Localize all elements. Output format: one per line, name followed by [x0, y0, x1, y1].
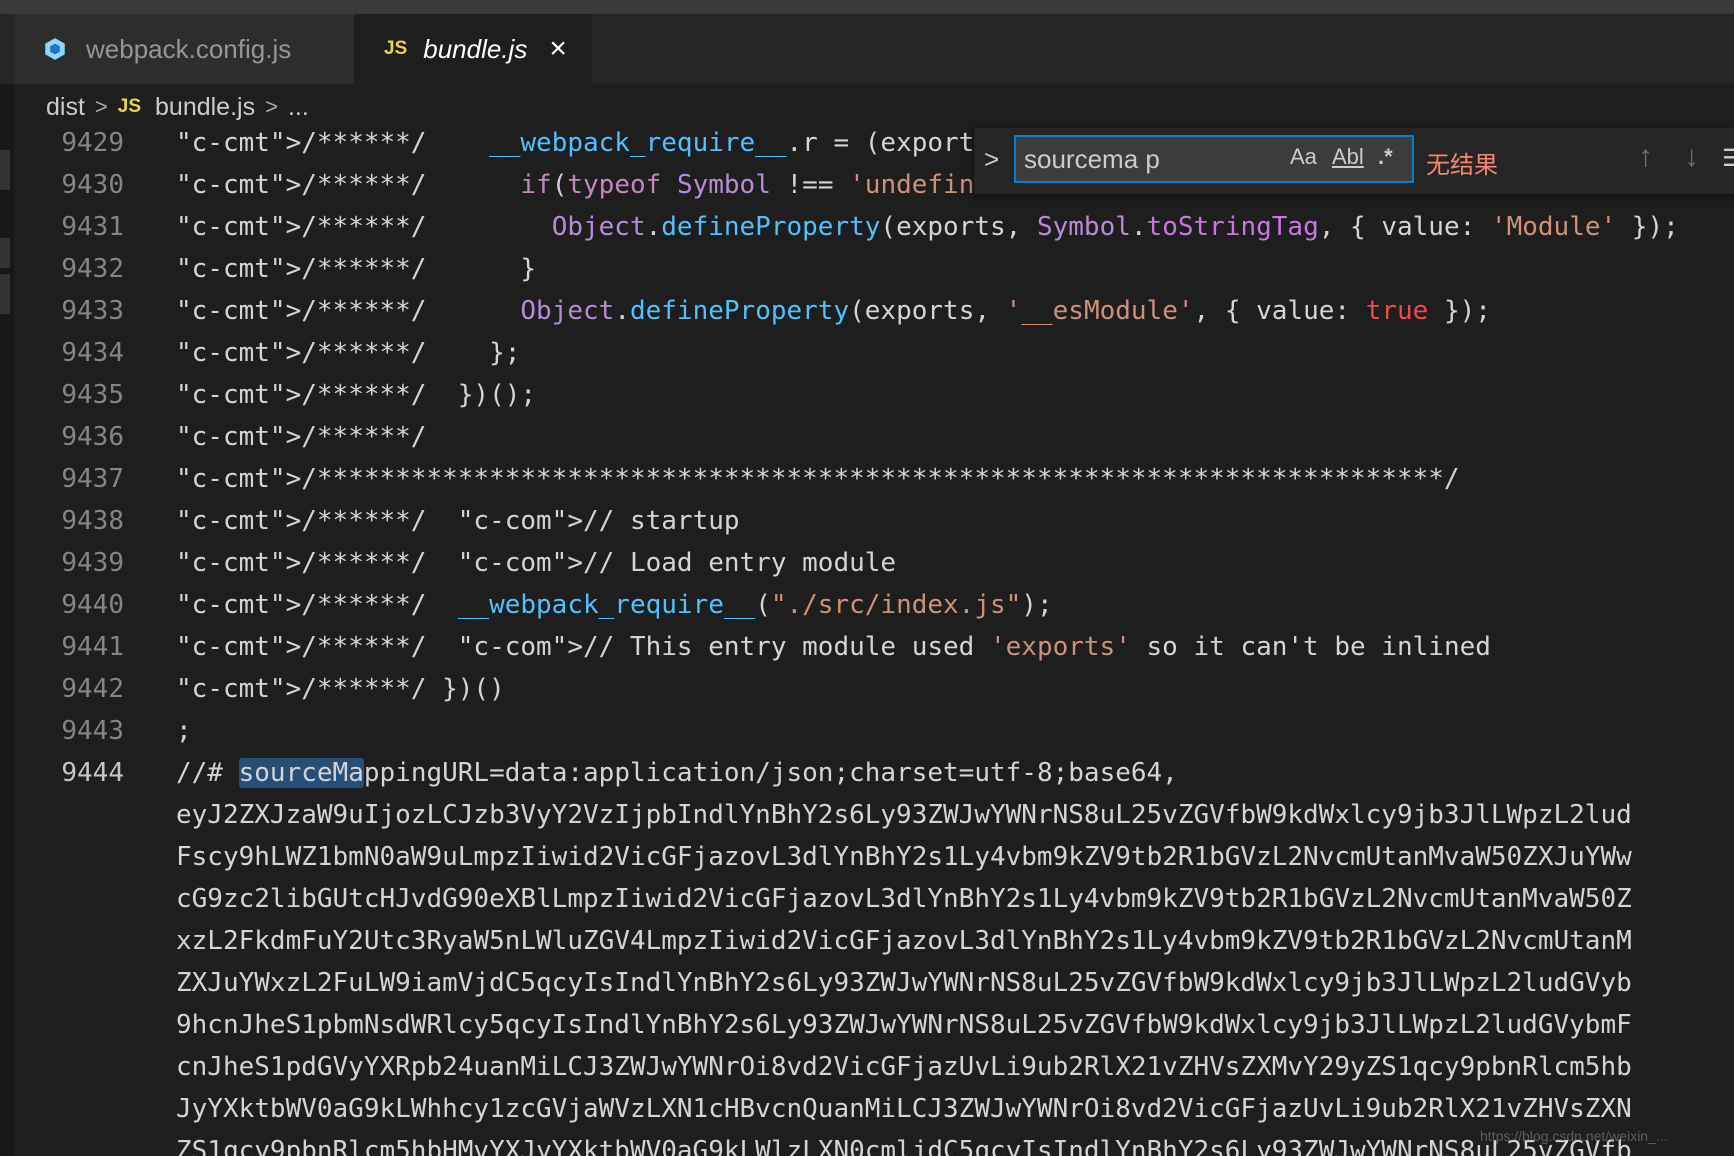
line-number: 9435	[61, 380, 124, 410]
line-number: 9442	[61, 674, 124, 704]
chevron-right-icon: >	[94, 94, 108, 119]
line-number: 9440	[61, 590, 124, 620]
webpack-cube-icon	[45, 38, 65, 60]
code-text: "c-cmt">/******/ };	[176, 338, 521, 368]
tab-label: bundle.js	[423, 33, 528, 64]
line-number: 9443	[61, 716, 124, 746]
code-line[interactable]: 9438 "c-cmt">/******/ "c-com">// startup	[14, 500, 1734, 542]
menu-icon[interactable]: ☰	[1722, 144, 1734, 173]
breadcrumb-more[interactable]: ...	[288, 93, 309, 122]
line-number: 9437	[61, 464, 124, 494]
wrapped-line[interactable]: cG9zc2libGUtcHJvdG90eXBlLmpzIiwid2VicGFj…	[14, 878, 1734, 920]
line-number: 9433	[61, 296, 124, 326]
code-text: eyJ2ZXJzaW9uIjozLCJzb3VyY2VzIjpbIndlYnBh…	[176, 800, 1632, 830]
tab-label: webpack.config.js	[86, 33, 292, 64]
code-line[interactable]: 9443;	[14, 710, 1734, 752]
code-line[interactable]: 9434 "c-cmt">/******/ };	[14, 332, 1734, 374]
breadcrumb-file[interactable]: bundle.js	[155, 93, 255, 122]
code-line[interactable]: 9432 "c-cmt">/******/ }	[14, 248, 1734, 290]
js-file-icon: JS	[384, 38, 408, 59]
title-bar	[0, 0, 1734, 14]
js-file-icon: JS	[117, 96, 142, 117]
code-text: ;	[176, 716, 192, 746]
code-text: "c-cmt">/******/ }	[176, 254, 537, 284]
code-text: Fscy9hLWZ1bmN0aW9uLmpzIiwid2VicGFjazovL3…	[176, 842, 1632, 872]
line-number: 9444	[61, 758, 124, 788]
match-case-icon[interactable]: Aa	[1290, 144, 1317, 170]
chevron-right-icon: >	[265, 94, 278, 119]
code-line[interactable]: 9435 "c-cmt">/******/ })();	[14, 374, 1734, 416]
toggle-replace-icon[interactable]: >	[984, 144, 999, 175]
watermark: https://blog.csdn.net/weixin_...	[1480, 1128, 1668, 1144]
wrapped-line[interactable]: Fscy9hLWZ1bmN0aW9uLmpzIiwid2VicGFjazovL3…	[14, 836, 1734, 878]
code-text: "c-cmt">/******/ Object.defineProperty(e…	[176, 296, 1491, 326]
line-number: 9429	[61, 130, 124, 158]
code-text: xzL2FkdmFuY2Utc3RyaW5nLWluZGV4LmpzIiwid2…	[176, 926, 1632, 956]
tab-bundle-js[interactable]: JS bundle.js ×	[354, 14, 592, 84]
regex-icon[interactable]: .*	[1378, 144, 1393, 170]
code-line[interactable]: 9439 "c-cmt">/******/ "c-com">// Load ent…	[14, 542, 1734, 584]
wrapped-line[interactable]: JyYXktbWV0aG9kLWhhcy1zcGVjaWVzLXN1cHBvcn…	[14, 1088, 1734, 1130]
line-number: 9431	[61, 212, 124, 242]
wrapped-line[interactable]: ZS1qcy9pbnRlcm5hbHMvYXJyYXktbWV0aG9kLWlz…	[14, 1130, 1734, 1156]
code-line[interactable]: 9440 "c-cmt">/******/ __webpack_require__…	[14, 584, 1734, 626]
code-text: //# sourceMappingURL=data:application/js…	[176, 758, 1178, 788]
code-text: "c-cmt">/******/ "c-com">// startup	[176, 506, 740, 536]
wrapped-line[interactable]: cnJheS1pdGVyYXRpb24uanMiLCJ3ZWJwYWNrOi8v…	[14, 1046, 1734, 1088]
wrapped-line[interactable]: eyJ2ZXJzaW9uIjozLCJzb3VyY2VzIjpbIndlYnBh…	[14, 794, 1734, 836]
code-line[interactable]: 9442 "c-cmt">/******/ })()	[14, 668, 1734, 710]
tab-webpack-config[interactable]: webpack.config.js	[14, 14, 354, 84]
code-text: "c-cmt">/******/ if(typeof Symbol !== 'u…	[176, 170, 1053, 200]
wrapped-line[interactable]: xzL2FkdmFuY2Utc3RyaW5nLWluZGV4LmpzIiwid2…	[14, 920, 1734, 962]
find-widget: > Aa Abl .* 无结果 ↑ ↓ ☰	[974, 128, 1734, 194]
code-text: "c-cmt">/*******************************…	[176, 464, 1460, 494]
code-line[interactable]: 9433 "c-cmt">/******/ Object.defineProper…	[14, 290, 1734, 332]
code-text: "c-cmt">/******/ __webpack_require__.r =…	[176, 130, 1053, 158]
code-text: "c-cmt">/******/ __webpack_require__("./…	[176, 590, 1053, 620]
code-text: "c-cmt">/******/ Object.defineProperty(e…	[176, 212, 1679, 242]
code-text: JyYXktbWV0aG9kLWhhcy1zcGVjaWVzLXN1cHBvcn…	[176, 1094, 1632, 1124]
line-number: 9430	[61, 170, 124, 200]
code-line[interactable]: 9431 "c-cmt">/******/ Object.defineProper…	[14, 206, 1734, 248]
code-text: "c-cmt">/******/ "c-com">// This entry m…	[176, 632, 1491, 662]
line-number: 9432	[61, 254, 124, 284]
whole-word-icon[interactable]: Abl	[1332, 144, 1364, 170]
code-text: "c-cmt">/******/ })()	[176, 674, 505, 704]
find-result: 无结果	[1426, 152, 1498, 179]
code-line[interactable]: 9436 "c-cmt">/******/	[14, 416, 1734, 458]
code-text: "c-cmt">/******/	[176, 422, 427, 452]
next-match-icon[interactable]: ↓	[1684, 140, 1699, 174]
code-text: ZS1qcy9pbnRlcm5hbHMvYXJyYXktbWV0aG9kLWlz…	[176, 1136, 1632, 1156]
code-line[interactable]: 9444 //# sourceMappingURL=data:applicatio…	[14, 752, 1734, 794]
code-text: "c-cmt">/******/ })();	[176, 380, 537, 410]
line-number: 9438	[61, 506, 124, 536]
line-number: 9436	[61, 422, 124, 452]
code-text: ZXJuYWxzL2FuLW9iamVjdC5qcyIsIndlYnBhY2s6…	[176, 968, 1632, 998]
wrapped-line[interactable]: 9hcnJheS1pbmNsdWRlcy5qcyIsIndlYnBhY2s6Ly…	[14, 1004, 1734, 1046]
breadcrumb: dist > JS bundle.js > ...	[14, 84, 1734, 130]
close-icon[interactable]: ×	[549, 34, 567, 64]
line-number: 9441	[61, 632, 124, 662]
code-editor[interactable]: 9429 "c-cmt">/******/ __webpack_require__…	[14, 130, 1734, 1156]
wrapped-line[interactable]: ZXJuYWxzL2FuLW9iamVjdC5qcyIsIndlYnBhY2s6…	[14, 962, 1734, 1004]
code-text: cG9zc2libGUtcHJvdG90eXBlLmpzIiwid2VicGFj…	[176, 884, 1632, 914]
code-text: "c-cmt">/******/ "c-com">// Load entry m…	[176, 548, 897, 578]
tab-bar: webpack.config.js JS bundle.js ×	[0, 14, 1734, 84]
code-line[interactable]: 9437 "c-cmt">/***************************…	[14, 458, 1734, 500]
line-number: 9439	[61, 548, 124, 578]
code-line[interactable]: 9441 "c-cmt">/******/ "c-com">// This ent…	[14, 626, 1734, 668]
breadcrumb-folder[interactable]: dist	[46, 93, 85, 122]
line-number: 9434	[61, 338, 124, 368]
activity-strip	[0, 84, 14, 1156]
code-text: 9hcnJheS1pbmNsdWRlcy5qcyIsIndlYnBhY2s6Ly…	[176, 1010, 1632, 1040]
previous-match-icon[interactable]: ↑	[1638, 140, 1653, 174]
code-text: cnJheS1pdGVyYXRpb24uanMiLCJ3ZWJwYWNrOi8v…	[176, 1052, 1632, 1082]
